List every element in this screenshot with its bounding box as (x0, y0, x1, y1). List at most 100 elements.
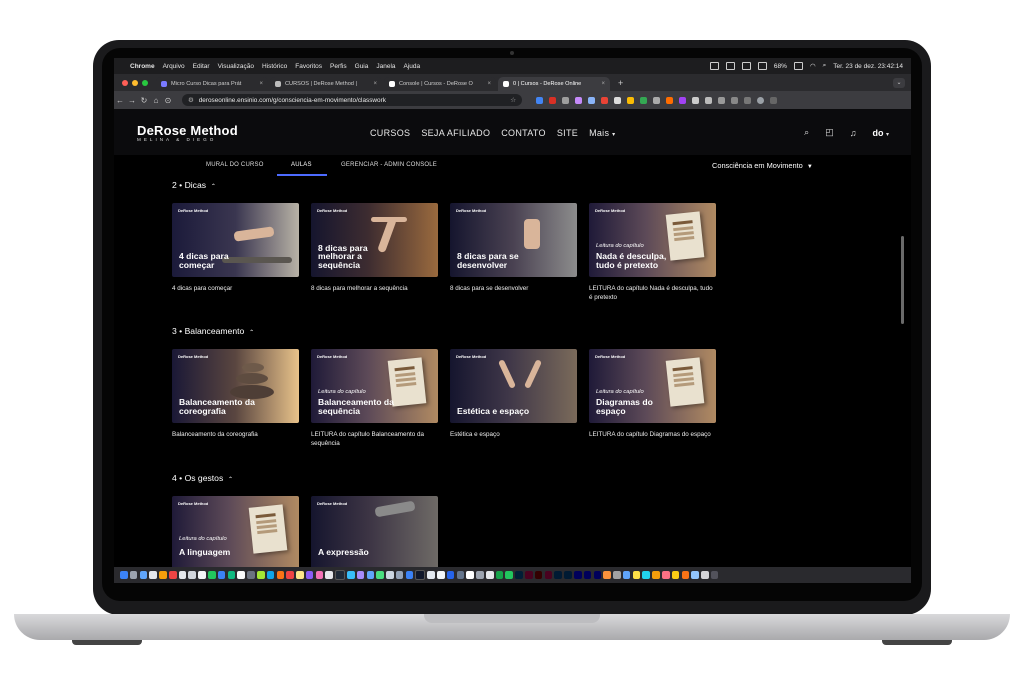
dock-app-icon[interactable] (415, 570, 426, 580)
dock-app-icon[interactable] (286, 571, 294, 579)
minimize-window-icon[interactable] (132, 79, 138, 86)
lesson-title[interactable]: 8 dicas para melhorar a sequência (311, 284, 438, 293)
lesson-thumbnail[interactable]: DeRose Method 8 dicas para melhorar a se… (311, 203, 438, 277)
status-extension-icon[interactable] (757, 62, 767, 70)
dock-app-icon[interactable] (603, 571, 611, 579)
dock-app-icon[interactable] (149, 571, 157, 579)
back-icon[interactable]: ← (114, 96, 126, 105)
tab-mural-do-curso[interactable]: MURAL DO CURSO (206, 162, 264, 168)
dock-app-icon[interactable] (386, 571, 394, 579)
extension-icon[interactable] (640, 96, 647, 104)
extension-icon[interactable] (536, 96, 543, 104)
dock-app-icon[interactable] (456, 571, 465, 579)
dock-app-icon[interactable] (405, 571, 414, 579)
section-header-dicas[interactable]: 2 • Dicas ⌃ (172, 180, 216, 190)
dock-app-icon[interactable] (652, 571, 660, 579)
lesson-title[interactable]: 4 dicas para começar (172, 284, 299, 293)
lesson-title[interactable]: LEITURA do capítulo Nada é desculpa, tud… (589, 284, 716, 302)
profile-avatar-icon[interactable] (757, 96, 764, 104)
tab-close-icon[interactable]: × (259, 81, 263, 87)
dock-app-icon[interactable] (139, 571, 148, 579)
dock-app-icon[interactable] (661, 571, 670, 579)
nav-mais[interactable]: Mais ▾ (589, 128, 615, 138)
dock-app-icon[interactable] (208, 571, 216, 579)
dock-app-icon[interactable] (366, 571, 375, 579)
audition-icon[interactable] (593, 571, 602, 579)
dock-app-icon[interactable] (305, 571, 314, 579)
tab-aulas[interactable]: AULAS (291, 162, 312, 168)
lesson-card[interactable]: DeRose Method Leitura do capítulo Nada é… (589, 203, 716, 302)
status-extension-icon[interactable] (709, 62, 719, 70)
user-menu[interactable]: do ▾ (872, 128, 889, 138)
close-window-icon[interactable] (122, 79, 128, 86)
dock-app-icon[interactable] (168, 571, 177, 579)
address-bar[interactable]: ⚙ deroseonline.ensinio.com/g/consciencia… (182, 94, 522, 106)
section-header-balanceamento[interactable]: 3 • Balanceamento ⌃ (172, 326, 254, 336)
dock-app-icon[interactable] (266, 571, 275, 579)
menu-historico[interactable]: Histórico (262, 63, 287, 70)
dock-app-icon[interactable] (325, 571, 333, 579)
tab-close-icon[interactable]: × (373, 81, 377, 87)
dock-app-icon[interactable] (256, 571, 265, 579)
lesson-card[interactable]: DeRose Method Estética e espaço Estética… (450, 349, 577, 439)
premiere-icon[interactable] (573, 571, 582, 579)
dock-app-icon[interactable] (356, 571, 365, 579)
lesson-card[interactable]: DeRose Method A expressão (311, 496, 438, 567)
menu-arquivo[interactable]: Arquivo (163, 63, 185, 70)
dock-app-icon[interactable] (237, 571, 245, 579)
download-icon[interactable] (718, 96, 725, 104)
side-panel-icon[interactable] (744, 96, 751, 104)
dock-app-icon[interactable] (159, 571, 167, 579)
bookmark-star-icon[interactable]: ☆ (510, 96, 516, 104)
dock-app-icon[interactable] (681, 571, 690, 579)
dock-app-icon[interactable] (247, 571, 255, 579)
menu-editar[interactable]: Editar (193, 63, 210, 70)
dock-app-icon[interactable] (178, 571, 187, 579)
dock-app-icon[interactable] (701, 571, 709, 579)
lesson-thumbnail[interactable]: DeRose Method Balanceamento da coreograf… (172, 349, 299, 423)
lesson-card[interactable]: DeRose Method Leitura do capítulo Diagra… (589, 349, 716, 439)
lesson-card[interactable]: DeRose Method 8 dicas para se desenvolve… (450, 203, 577, 293)
lesson-title[interactable]: LEITURA do capítulo Balanceamento da seq… (311, 430, 438, 448)
dock-app-icon[interactable] (613, 571, 621, 579)
lesson-thumbnail[interactable]: DeRose Method Leitura do capítulo Diagra… (589, 349, 716, 423)
site-info-icon[interactable]: ⊙ (162, 96, 174, 105)
dock-app-icon[interactable] (376, 571, 384, 579)
dock-app-icon[interactable] (198, 571, 206, 579)
lesson-card[interactable]: DeRose Method Balanceamento da coreograf… (172, 349, 299, 439)
wifi-icon[interactable]: ◠ (810, 62, 816, 70)
status-extension-icon[interactable] (741, 62, 751, 70)
battery-percentage[interactable]: 68% (774, 63, 787, 70)
new-tab-icon[interactable]: + (612, 78, 629, 88)
browser-tab[interactable]: CURSOS | DeRose Method | × (270, 77, 382, 91)
dock-app-icon[interactable] (622, 571, 631, 579)
lesson-thumbnail[interactable]: DeRose Method Leitura do capítulo Nada é… (589, 203, 716, 277)
lesson-card[interactable]: DeRose Method 8 dicas para melhorar a se… (311, 203, 438, 293)
tab-close-icon[interactable]: × (487, 81, 491, 87)
dock-app-icon[interactable] (485, 571, 494, 579)
lesson-title[interactable]: Estética e espaço (450, 430, 577, 439)
extension-icon[interactable] (575, 96, 582, 104)
menu-janela[interactable]: Janela (376, 63, 395, 70)
dock-app-icon[interactable] (476, 571, 484, 579)
browser-tab[interactable]: Micro Curso Dicas para Prát × (156, 77, 268, 91)
extension-icon[interactable] (731, 96, 738, 104)
extension-icon[interactable] (614, 96, 621, 104)
lesson-card[interactable]: DeRose Method 4 dicas para começar 4 dic… (172, 203, 299, 293)
section-header-os-gestos[interactable]: 4 • Os gestos ⌃ (172, 473, 233, 483)
derose-logo[interactable]: DeRose Method MELINA & DIEGO (137, 123, 238, 142)
lesson-card[interactable]: DeRose Method Leitura do capítulo Balanc… (311, 349, 438, 448)
launchpad-icon[interactable] (129, 571, 138, 579)
home-icon[interactable]: ⌂ (150, 96, 162, 105)
extension-icon[interactable] (692, 96, 699, 104)
clock[interactable]: Ter. 23 de dez. 23:42:14 (833, 63, 903, 70)
search-icon[interactable]: ⌕ (823, 62, 827, 70)
extension-icon[interactable] (627, 96, 634, 104)
lightroom-icon[interactable] (554, 571, 562, 579)
nav-seja-afiliado[interactable]: SEJA AFILIADO (421, 128, 490, 138)
extension-icon[interactable] (562, 96, 569, 104)
forward-icon[interactable]: → (126, 96, 138, 105)
extension-icon[interactable] (601, 96, 608, 104)
tab-search-icon[interactable]: ⌄ (893, 77, 905, 88)
dock-app-icon[interactable] (276, 571, 285, 579)
